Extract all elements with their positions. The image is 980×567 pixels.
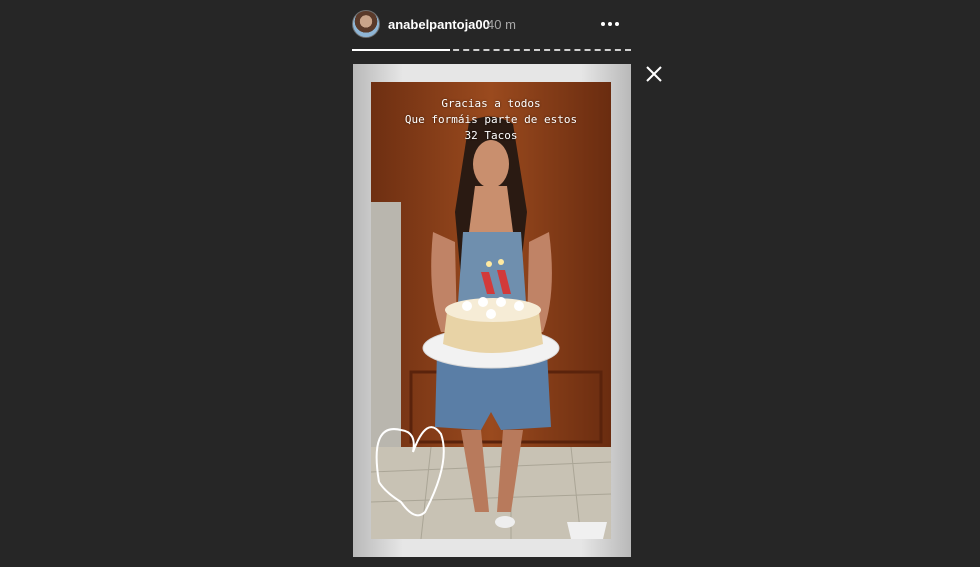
story-frame[interactable]: Gracias a todos Que formáis parte de est… [353, 64, 631, 557]
story-timestamp: 40 m [487, 17, 516, 32]
story-progress-fill [352, 49, 450, 51]
close-icon[interactable] [644, 64, 664, 84]
more-options-icon[interactable] [598, 14, 622, 34]
username-link[interactable]: anabelpantoja00 [388, 17, 490, 32]
avatar[interactable] [352, 10, 380, 38]
story-photo: Gracias a todos Que formáis parte de est… [371, 82, 611, 539]
story-caption: Gracias a todos Que formáis parte de est… [404, 97, 578, 142]
story-header: anabelpantoja00 40 m [352, 10, 632, 40]
